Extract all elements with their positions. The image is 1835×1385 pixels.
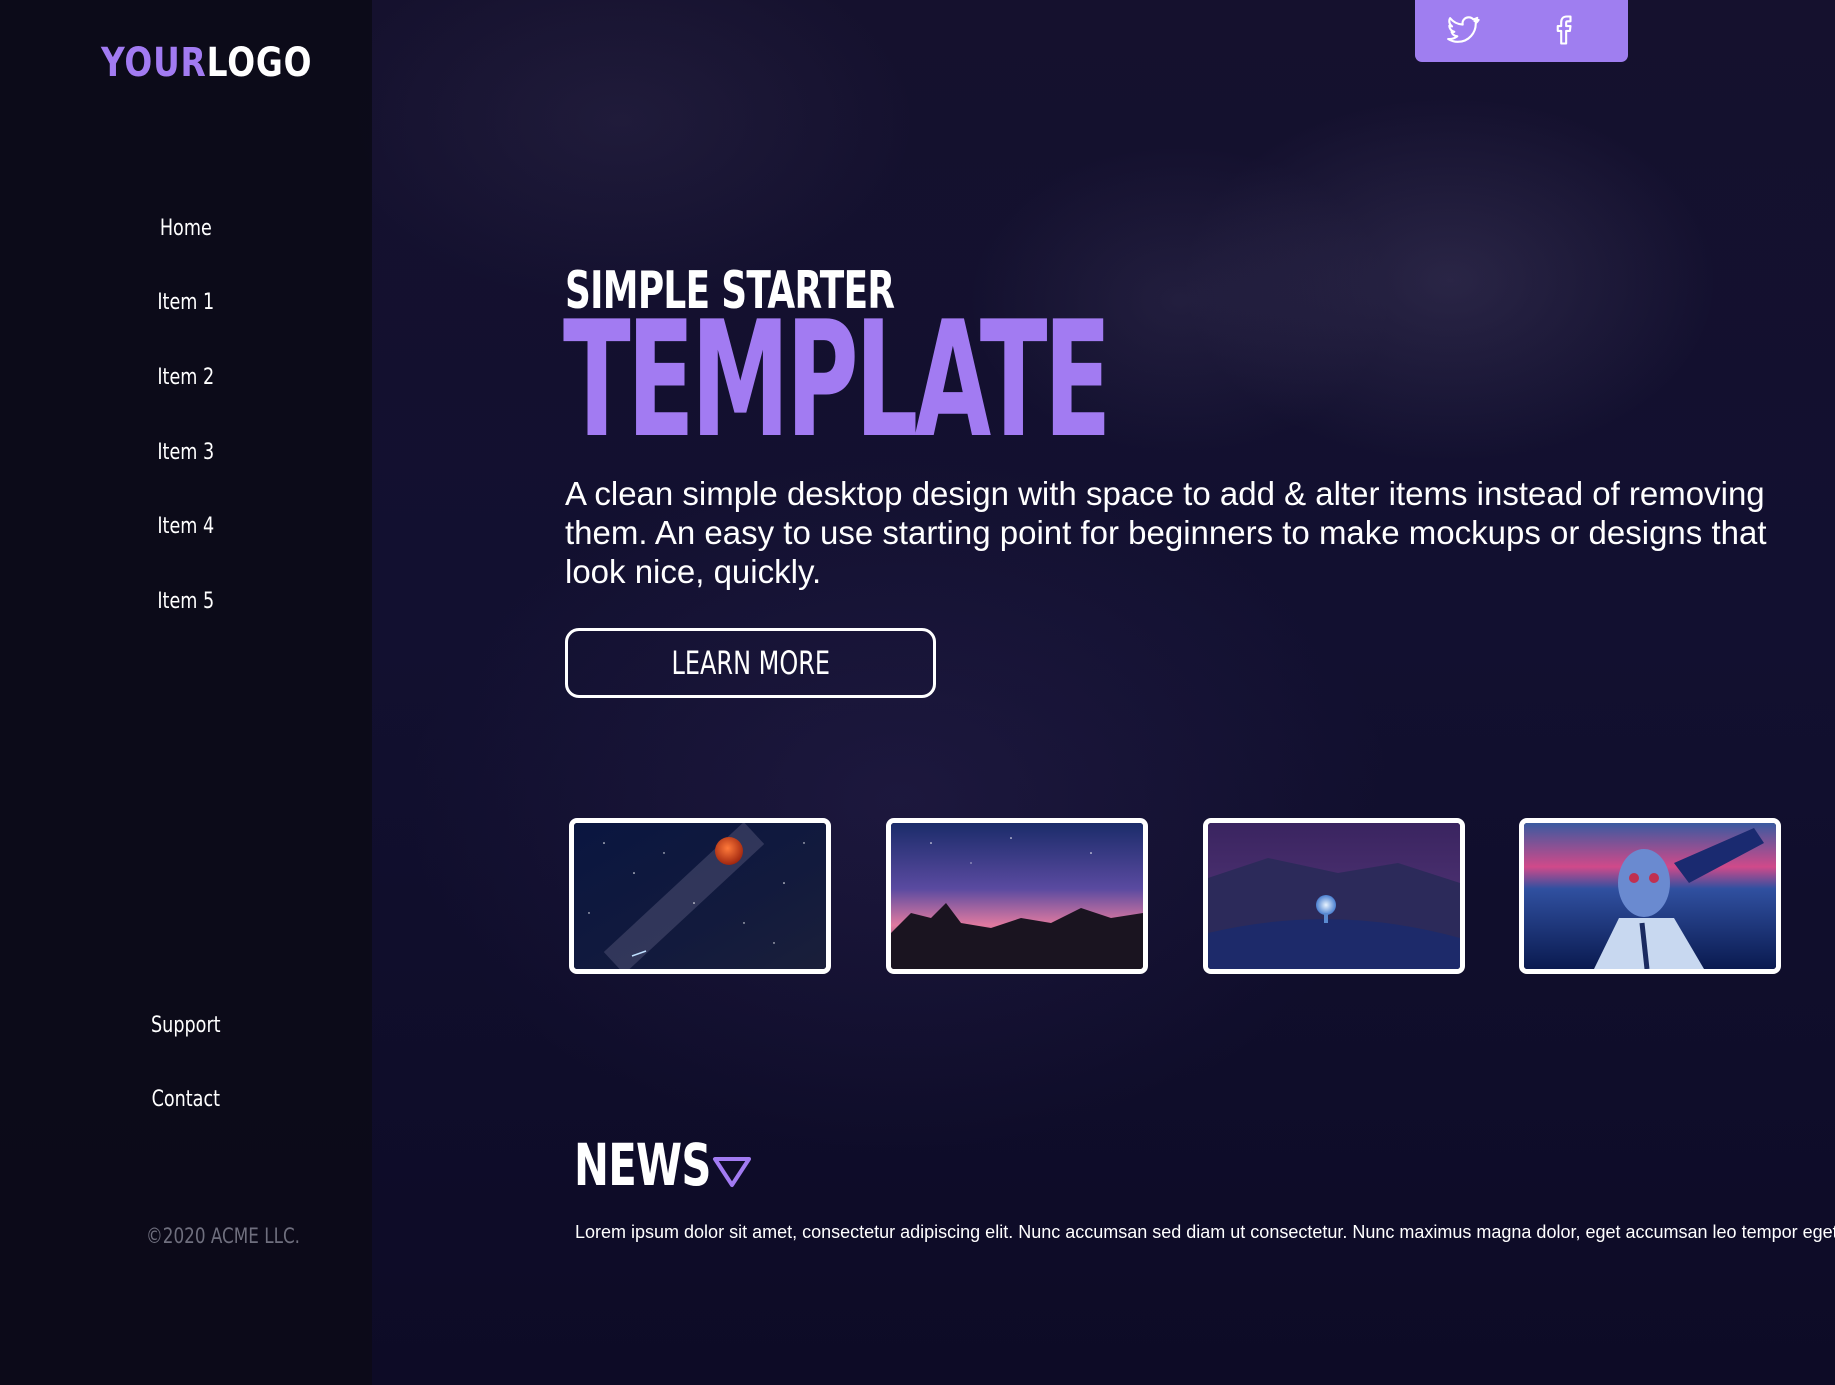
facebook-icon[interactable] (1545, 12, 1581, 48)
gallery-thumbnail-cyborg[interactable] (1519, 818, 1781, 974)
social-links (1415, 0, 1628, 62)
twitter-icon[interactable] (1445, 12, 1481, 48)
nav-item-4[interactable]: Item 4 (37, 514, 335, 539)
news-heading: NEWS (574, 1131, 711, 1199)
learn-more-button[interactable]: LEARN MORE (565, 628, 936, 698)
logo-part-logo: LOGO (206, 40, 313, 86)
nav-item-3[interactable]: Item 3 (37, 440, 335, 465)
nav-item-2[interactable]: Item 2 (37, 365, 335, 390)
hero-title: TEMPLATE (563, 286, 1112, 473)
learn-more-label: LEARN MORE (671, 644, 830, 682)
logo[interactable]: YOURLOGO (101, 40, 312, 86)
gallery-thumbnail-orb[interactable] (1203, 818, 1465, 974)
gallery-thumbnail-moon[interactable] (569, 818, 831, 974)
copyright-text: ©2020 ACME LLC. (145, 1224, 301, 1248)
news-body: Lorem ipsum dolor sit amet, consectetur … (575, 1222, 1835, 1242)
nav-item-5[interactable]: Item 5 (37, 589, 335, 614)
nav-item-home[interactable]: Home (37, 216, 335, 241)
logo-part-your: YOUR (101, 40, 207, 86)
hero-description: A clean simple desktop design with space… (565, 475, 1767, 590)
gallery-thumbnail-sky[interactable] (886, 818, 1148, 974)
chevron-down-icon[interactable] (712, 1156, 752, 1188)
nav-item-1[interactable]: Item 1 (37, 290, 335, 315)
contact-link[interactable]: Contact (37, 1087, 335, 1112)
support-link[interactable]: Support (37, 1013, 335, 1038)
sidebar: YOURLOGO Home Item 1 Item 2 Item 3 Item … (0, 0, 372, 1385)
